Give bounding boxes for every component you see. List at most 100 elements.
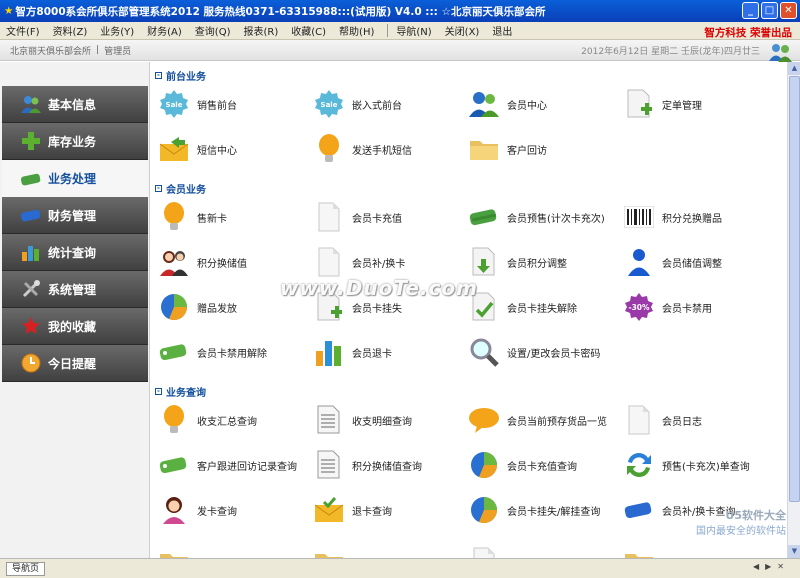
sidebar-item-label: 财务管理 [48, 208, 97, 223]
sidebar-item[interactable]: 业务处理 [2, 160, 148, 197]
function-item[interactable]: 收支汇总查询 [157, 402, 313, 438]
sidebar-item-label: 业务处理 [48, 172, 97, 186]
svg-text:-30%: -30% [628, 303, 650, 312]
function-item[interactable] [622, 544, 778, 558]
sidebar-item[interactable]: 今日提醒 [2, 345, 148, 382]
function-item[interactable]: 会员卡充值查询 [467, 447, 623, 483]
function-item[interactable]: 会员预售(计次卡充次) [467, 199, 623, 235]
function-item[interactable]: 售新卡 [157, 199, 313, 235]
pie-icon [467, 448, 501, 482]
function-item[interactable]: 会员储值调整 [622, 244, 778, 280]
function-item-label: 会员卡充值查询 [507, 461, 577, 473]
function-item[interactable]: 预售(卡充次)单查询 [622, 447, 778, 483]
function-item[interactable] [157, 544, 313, 558]
function-item-label: 会员卡挂失解除 [507, 303, 577, 315]
function-item[interactable]: 会员日志 [622, 402, 778, 438]
function-item[interactable]: 会员卡挂失/解挂查询 [467, 492, 623, 528]
function-item[interactable]: -30% 会员卡禁用 [622, 289, 778, 325]
window-title: 智方8000系会所俱乐部管理系统2012 服务热线0371-63315988::… [15, 5, 546, 18]
sidebar-item[interactable]: 库存业务 [2, 123, 148, 160]
function-item[interactable]: 客户跟进回访记录查询 [157, 447, 313, 483]
scroll-up-icon[interactable]: ▲ [788, 62, 800, 75]
vertical-scrollbar[interactable]: ▲ ▼ [787, 62, 800, 558]
function-item-label: 发卡查询 [197, 506, 237, 518]
sidebar-item[interactable]: 我的收藏 [2, 308, 148, 345]
function-item[interactable] [312, 544, 468, 558]
page-icon [312, 245, 346, 279]
sidebar-item[interactable]: 财务管理 [2, 197, 148, 234]
menu-item[interactable]: 财务(A) [147, 23, 182, 38]
section-header[interactable]: - 业务查询 [155, 384, 206, 399]
scroll-down-icon[interactable]: ▼ [788, 545, 800, 558]
function-item[interactable]: 短信中心 [157, 131, 313, 167]
function-item-label: 会员卡禁用 [662, 303, 712, 315]
woman-icon [157, 493, 191, 527]
function-item-label: 定单管理 [662, 100, 702, 112]
function-item[interactable]: 会员退卡 [312, 334, 468, 370]
sidebar-item[interactable]: 系统管理 [2, 271, 148, 308]
watermark-line2: 国内最安全的软件站 [696, 526, 786, 537]
menu-item[interactable]: 查询(Q) [195, 23, 231, 38]
tab-navigation[interactable]: 导航页 [6, 561, 46, 576]
function-item-label: 积分换储值查询 [352, 461, 422, 473]
close-button[interactable]: ✕ [780, 2, 797, 19]
function-item[interactable]: 发送手机短信 [312, 131, 468, 167]
menu-item[interactable]: 资料(Z) [53, 23, 88, 38]
function-item[interactable]: Sale 嵌入式前台 [312, 86, 468, 122]
function-item-label: 收支明细查询 [352, 416, 412, 428]
watermark-line1: U5软件大全 [725, 509, 786, 522]
sidebar-item[interactable]: 基本信息 [2, 86, 148, 123]
menu-item[interactable]: 导航(N) [396, 23, 431, 38]
function-item[interactable]: Sale 销售前台 [157, 86, 313, 122]
function-item[interactable]: 会员卡挂失解除 [467, 289, 623, 325]
function-item-label: 售新卡 [197, 213, 227, 225]
function-item[interactable]: 会员卡禁用解除 [157, 334, 313, 370]
section-header[interactable]: - 前台业务 [155, 68, 206, 83]
tab-scroll-controls[interactable]: ◀▶✕ [753, 562, 790, 571]
function-item[interactable]: 会员积分调整 [467, 244, 623, 280]
sidebar-item[interactable]: 统计查询 [2, 234, 148, 271]
users-avatar-icon [769, 44, 792, 62]
status-bar: 导航页 ◀▶✕ [0, 558, 800, 578]
function-item[interactable]: 会员补/换卡 [312, 244, 468, 280]
function-item[interactable]: 定单管理 [622, 86, 778, 122]
menu-item[interactable]: 关闭(X) [445, 23, 480, 38]
function-item[interactable]: 会员中心 [467, 86, 623, 122]
function-item[interactable]: 发卡查询 [157, 492, 313, 528]
collapse-icon[interactable]: - [155, 71, 162, 79]
function-item[interactable]: 退卡查询 [312, 492, 468, 528]
menu-item[interactable]: 业务(Y) [100, 23, 134, 38]
function-item[interactable] [467, 544, 623, 558]
function-item-label: 会员当前预存货品一览 [507, 416, 607, 428]
menu-item[interactable]: 文件(F) [6, 23, 40, 38]
function-item[interactable]: 积分换储值查询 [312, 447, 468, 483]
function-item[interactable]: 积分换储值 [157, 244, 313, 280]
main-panel: - 前台业务 Sale 销售前台 Sale 嵌入式前台 会员中心 定单管理短信中心 发送手机短信… [151, 62, 787, 558]
scroll-thumb[interactable] [789, 76, 800, 502]
sale-icon: Sale [312, 87, 346, 121]
page-icon [622, 403, 656, 437]
sidebar-item-label: 统计查询 [48, 245, 97, 260]
section-header[interactable]: - 会员业务 [155, 181, 206, 196]
function-item[interactable]: 会员当前预存货品一览 [467, 402, 623, 438]
function-item[interactable]: 客户回访 [467, 131, 623, 167]
pie-icon [467, 493, 501, 527]
menu-item[interactable]: 帮助(H) [339, 23, 374, 38]
doc-add-icon [622, 87, 656, 121]
bulb-icon [157, 200, 191, 234]
person-blue-icon [622, 245, 656, 279]
function-item[interactable]: 积分兑换赠品 [622, 199, 778, 235]
menu-item[interactable]: 报表(R) [243, 23, 278, 38]
collapse-icon[interactable]: - [155, 184, 162, 192]
menu-item[interactable]: 收藏(C) [291, 23, 326, 38]
function-item[interactable]: 设置/更改会员卡密码 [467, 334, 623, 370]
sidebar-item-label: 基本信息 [48, 97, 97, 112]
barcode-icon [622, 200, 656, 234]
maximize-button[interactable]: □ [761, 2, 778, 19]
blue-card-icon [622, 493, 656, 527]
collapse-icon[interactable]: - [155, 387, 162, 395]
function-item[interactable]: 收支明细查询 [312, 402, 468, 438]
minimize-button[interactable]: _ [742, 2, 759, 19]
function-item[interactable]: 会员卡充值 [312, 199, 468, 235]
menu-item[interactable]: 退出 [492, 23, 512, 38]
